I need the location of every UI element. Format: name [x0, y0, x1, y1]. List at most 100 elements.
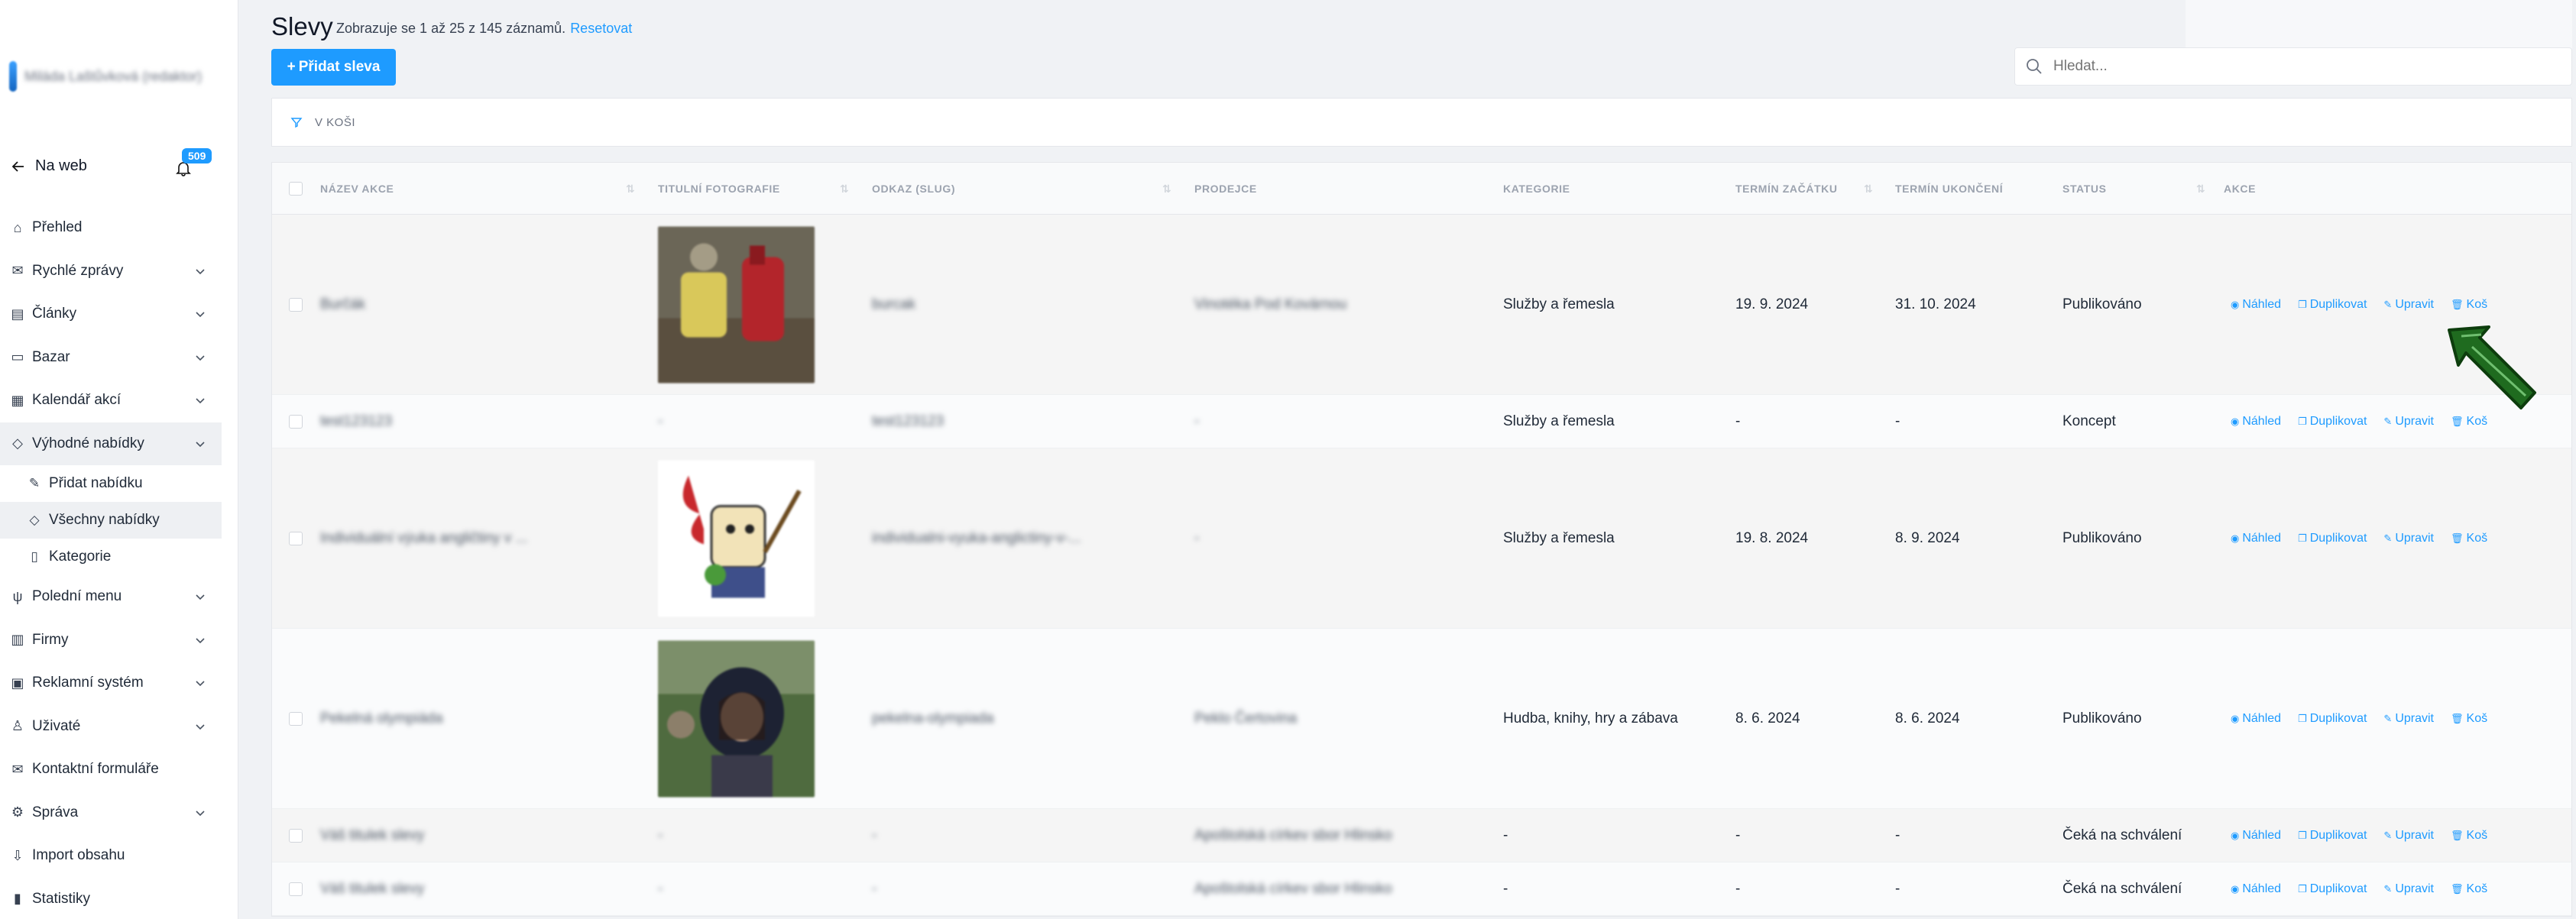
row-checkbox[interactable] [289, 882, 303, 896]
search-input[interactable] [2053, 58, 2512, 75]
search-box[interactable] [2014, 47, 2572, 86]
column-header-photo[interactable]: TITULNÍ FOTOGRAFIE [658, 183, 780, 195]
sidebar-item[interactable]: ✉ Rychlé zprávy [0, 250, 222, 293]
sort-icon[interactable]: ⇅ [1864, 183, 1873, 196]
edit-button[interactable]: ✎ Upravit [2383, 829, 2434, 843]
sidebar-item[interactable]: ◇ Výhodné nabídky [0, 422, 222, 465]
trash-filter-label[interactable]: V KOŠI [315, 116, 355, 129]
edit-button[interactable]: ✎ Upravit [2383, 415, 2434, 429]
table-row[interactable]: Váš titulek slevy - - Apoštolská církev sbo… [272, 809, 2571, 862]
discount-name[interactable]: Individuální výuka angličtiny v ... [320, 530, 527, 547]
chevron-down-icon[interactable] [194, 308, 206, 320]
table-row[interactable]: Váš titulek slevy - - Apoštolská církev sbo… [272, 862, 2571, 916]
row-checkbox[interactable] [289, 532, 303, 545]
filter-icon[interactable] [290, 116, 303, 128]
preview-button[interactable]: ◉ Náhled [2231, 532, 2281, 545]
column-header-status[interactable]: STATUS [2062, 183, 2107, 195]
sidebar-item[interactable]: ▣ Reklamní systém [0, 662, 222, 705]
row-checkbox[interactable] [289, 298, 303, 312]
discount-name[interactable]: Váš titulek slevy [320, 881, 424, 898]
chevron-down-icon[interactable] [194, 634, 206, 646]
title-photo[interactable] [658, 226, 815, 383]
sidebar-subitem[interactable]: ✎ Přidat nabídku [0, 465, 222, 502]
chevron-down-icon[interactable] [194, 438, 206, 450]
edit-button[interactable]: ✎ Upravit [2383, 298, 2434, 312]
import-icon: ⇩ [11, 847, 24, 863]
sort-icon[interactable]: ⇅ [2196, 183, 2205, 196]
trash-button[interactable]: 🗑 Koš [2451, 882, 2487, 896]
sidebar-nav: ⌂ Přehled ✉ Rychlé zprávy ▤ Články ▭ Bazar ▦ Kale… [0, 206, 222, 919]
preview-button[interactable]: ◉ Náhled [2231, 712, 2281, 726]
sidebar-item[interactable]: ⇩ Import obsahu [0, 834, 222, 878]
duplicate-button[interactable]: ❐ Duplikovat [2298, 532, 2367, 545]
trash-button[interactable]: 🗑 Koš [2451, 298, 2487, 312]
add-discount-label: Přidat sleva [298, 59, 381, 75]
sidebar-item[interactable]: ✉ Kontaktní formuláře [0, 748, 222, 791]
discount-name[interactable]: test123123 [320, 413, 392, 430]
reset-link[interactable]: Resetovat [570, 21, 632, 36]
chevron-down-icon[interactable] [194, 677, 206, 689]
sort-icon[interactable]: ⇅ [626, 183, 635, 196]
discount-name[interactable]: Váš titulek slevy [320, 827, 424, 844]
sidebar-item[interactable]: ♙ Uživaté [0, 705, 222, 749]
sidebar-item[interactable]: ▤ Články [0, 293, 222, 336]
table-row[interactable]: Pekelná olympiáda pekelna-olympiada Peklo … [272, 629, 2571, 809]
preview-button[interactable]: ◉ Náhled [2231, 829, 2281, 843]
trash-button[interactable]: 🗑 Koš [2451, 532, 2487, 545]
brand[interactable]: Miláda Laštůvková (redaktor) [9, 60, 215, 93]
discount-name[interactable]: Pekelná olympiáda [320, 710, 443, 727]
sidebar-item[interactable]: ▭ Bazar [0, 336, 222, 380]
table-row[interactable]: test123123 - test123123 - Služby a řemesla - -… [272, 395, 2571, 448]
row-checkbox[interactable] [289, 829, 303, 843]
row-checkbox[interactable] [289, 712, 303, 726]
edit-button[interactable]: ✎ Upravit [2383, 712, 2434, 726]
chevron-down-icon[interactable] [194, 394, 206, 406]
seller: Apoštolská církev sbor Hlinsko [1194, 881, 1392, 897]
column-header-start[interactable]: TERMÍN ZAČÁTKU [1735, 183, 1838, 195]
sidebar-item[interactable]: ⌂ Přehled [0, 206, 222, 250]
edit-button[interactable]: ✎ Upravit [2383, 532, 2434, 545]
edit-button[interactable]: ✎ Upravit [2383, 882, 2434, 896]
sort-icon[interactable]: ⇅ [840, 183, 849, 196]
preview-button[interactable]: ◉ Náhled [2231, 298, 2281, 312]
title-photo[interactable] [658, 460, 815, 617]
duplicate-button[interactable]: ❐ Duplikovat [2298, 882, 2367, 896]
sidebar-item[interactable]: ▮ Statistiky [0, 878, 222, 919]
preview-button[interactable]: ◉ Náhled [2231, 882, 2281, 896]
duplicate-button[interactable]: ❐ Duplikovat [2298, 829, 2367, 843]
duplicate-button[interactable]: ❐ Duplikovat [2298, 298, 2367, 312]
back-to-web-link[interactable]: Na web [11, 157, 87, 175]
sidebar-item[interactable]: ψ Polední menu [0, 575, 222, 619]
table-row[interactable]: Individuální výuka angličtiny v ... indiv… [272, 448, 2571, 629]
table-row[interactable]: Burčák burcak Vinotéka Pod Kovárnou Služby … [272, 215, 2571, 395]
sidebar-subitem[interactable]: ◇ Všechny nabídky [0, 502, 222, 539]
sidebar-item[interactable]: ⚙ Správa [0, 791, 222, 835]
chevron-down-icon[interactable] [194, 720, 206, 733]
add-discount-button[interactable]: + Přidat sleva [271, 49, 396, 86]
duplicate-button[interactable]: ❐ Duplikovat [2298, 415, 2367, 429]
discount-name[interactable]: Burčák [320, 296, 365, 313]
column-header-category[interactable]: KATEGORIE [1503, 183, 1570, 195]
notifications-button[interactable]: 509 [174, 148, 212, 180]
trash-button[interactable]: 🗑 Koš [2451, 712, 2487, 726]
column-header-seller[interactable]: PRODEJCE [1194, 183, 1257, 195]
status: Publikováno [2062, 530, 2142, 546]
title-photo[interactable] [658, 640, 815, 798]
sort-icon[interactable]: ⇅ [1162, 183, 1171, 196]
chevron-down-icon[interactable] [194, 807, 206, 819]
trash-button[interactable]: 🗑 Koš [2451, 829, 2487, 843]
sidebar-item[interactable]: ▥ Firmy [0, 619, 222, 662]
sidebar-item[interactable]: ▦ Kalendář akcí [0, 379, 222, 422]
duplicate-button[interactable]: ❐ Duplikovat [2298, 712, 2367, 726]
column-header-name[interactable]: NÁZEV AKCE [320, 183, 394, 195]
chevron-down-icon[interactable] [194, 591, 206, 603]
row-actions: ◉ Náhled ❐ Duplikovat ✎ Upravit 🗑 Koš [2231, 532, 2487, 545]
column-header-end[interactable]: TERMÍN UKONČENÍ [1895, 183, 2003, 195]
select-all-checkbox[interactable] [289, 182, 303, 196]
preview-button[interactable]: ◉ Náhled [2231, 415, 2281, 429]
column-header-slug[interactable]: ODKAZ (SLUG) [872, 183, 955, 195]
chevron-down-icon[interactable] [194, 265, 206, 277]
sidebar-subitem[interactable]: ▯ Kategorie [0, 539, 222, 575]
chevron-down-icon[interactable] [194, 351, 206, 364]
row-checkbox[interactable] [289, 415, 303, 429]
